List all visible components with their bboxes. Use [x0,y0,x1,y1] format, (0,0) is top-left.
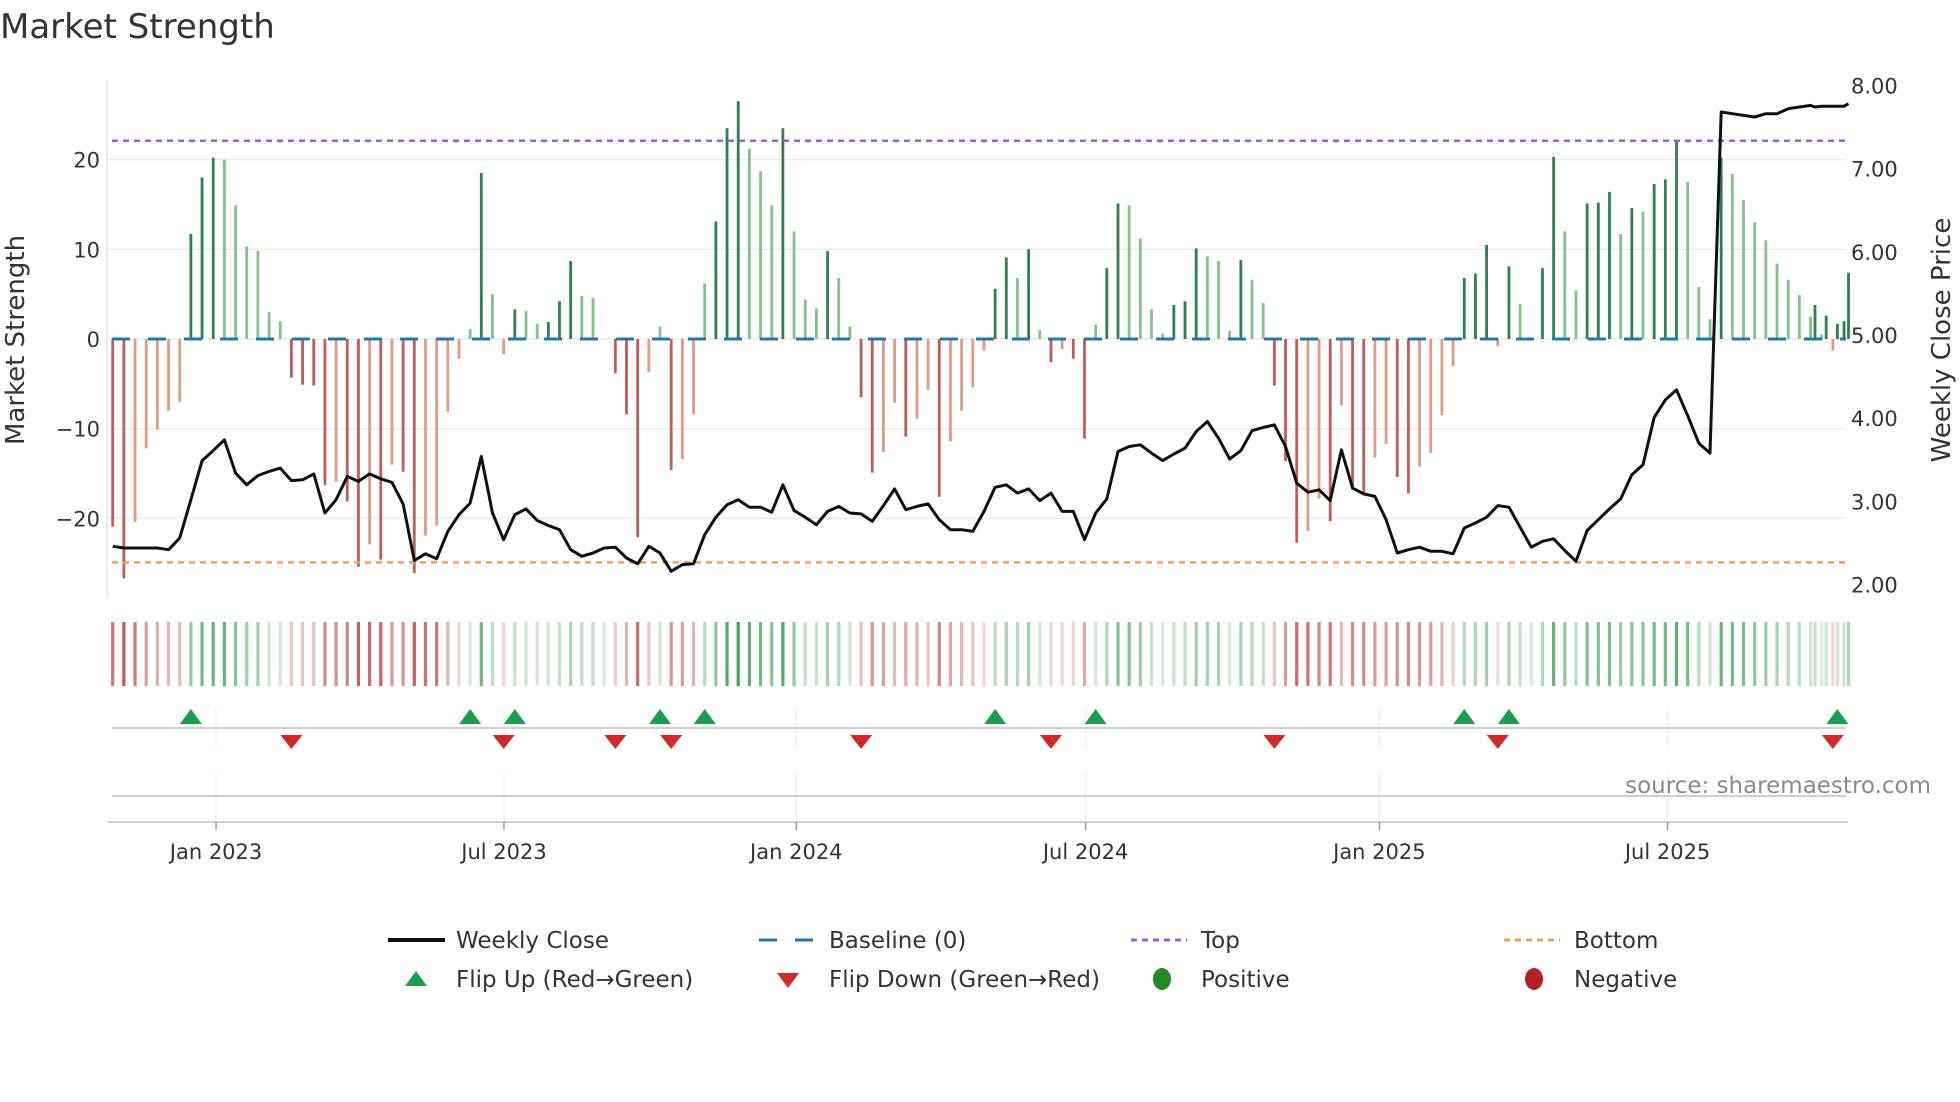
flip-up-marker [693,709,716,724]
left-tick-label: 0 [87,328,100,352]
right-tick-label: 4.00 [1851,407,1898,431]
legend-item-flip-down[interactable]: Flip Down (Green→Red) [777,967,1100,993]
x-axis-ticks: Jan 2023 Jul 2023 Jan 2024 Jul 2024 Jan 2025… [168,822,1710,864]
flip-up-marker [1497,709,1520,724]
legend-label: Positive [1201,967,1290,993]
flip-down-marker [1486,735,1509,749]
legend-label: Top [1200,928,1240,954]
legend-label: Flip Up (Red→Green) [456,967,693,993]
x-tick-label: Jul 2023 [459,840,546,864]
flip-down-marker [1039,735,1062,749]
right-tick-label: 3.00 [1851,490,1898,514]
x-gridlines [215,708,1669,822]
legend-label: Bottom [1574,928,1658,954]
flip-up-marker [984,709,1007,724]
triangle-up-icon [405,971,427,986]
x-tick-label: Jul 2024 [1041,840,1128,864]
left-tick-label: −20 [56,507,100,531]
flip-up-marker [179,709,202,724]
flip-down-marker [1821,735,1844,749]
legend-item-bottom[interactable]: Bottom [1504,928,1658,954]
flip-up-marker [1826,709,1849,724]
legend-item-baseline[interactable]: Baseline (0) [759,928,966,954]
flip-down-marker [604,735,627,749]
flip-up-marker [503,709,526,724]
right-axis-ticks: 2.00 3.00 4.00 5.00 6.00 7.00 8.00 [1851,74,1898,597]
strength-color-strip [111,622,1851,686]
flip-down-marker [850,735,873,749]
flip-down-marker [280,735,303,749]
triangle-down-icon [777,973,799,988]
legend-label: Weekly Close [456,928,609,954]
right-tick-label: 8.00 [1851,74,1898,98]
source-label: source: sharemaestro.com [1625,773,1931,799]
right-axis-title: Weekly Close Price [1927,218,1957,463]
left-tick-label: −10 [56,418,100,442]
legend-item-top[interactable]: Top [1131,928,1240,954]
left-axis-ticks: −20 −10 0 10 20 [56,149,100,532]
legend-label: Negative [1574,967,1677,993]
legend-item-flip-up[interactable]: Flip Up (Red→Green) [405,967,693,993]
flip-up-marker [1084,709,1107,724]
right-tick-label: 7.00 [1851,158,1898,182]
x-tick-label: Jan 2023 [168,840,263,864]
flip-down-marker [492,735,515,749]
flip-up-marker [1453,709,1476,724]
legend-item-positive[interactable]: Positive [1153,967,1290,993]
flip-down-marker [660,735,683,749]
chart-title: Market Strength [0,7,275,47]
flip-up-marker [459,709,482,724]
flip-up-marker [649,709,672,724]
x-tick-label: Jan 2024 [748,840,843,864]
legend-item-weekly-close[interactable]: Weekly Close [388,928,609,954]
legend-item-negative[interactable]: Negative [1525,967,1677,993]
x-tick-label: Jul 2025 [1623,840,1710,864]
legend: Weekly Close Baseline (0) Top Bottom Fli… [388,928,1677,993]
market-strength-chart: Market Strength −20 −10 0 10 20 2.00 3.00 4.00… [0,7,1957,993]
x-tick-label: Jan 2025 [1331,840,1426,864]
circle-icon [1153,968,1171,990]
left-tick-label: 10 [73,238,100,262]
left-tick-label: 20 [73,149,100,173]
right-tick-label: 2.00 [1851,574,1898,598]
left-axis-title: Market Strength [1,235,31,445]
legend-label: Flip Down (Green→Red) [829,967,1100,993]
legend-label: Baseline (0) [829,928,966,954]
right-tick-label: 6.00 [1851,241,1898,265]
circle-icon [1525,968,1543,990]
flip-down-marker [1263,735,1286,749]
right-tick-label: 5.00 [1851,324,1898,348]
